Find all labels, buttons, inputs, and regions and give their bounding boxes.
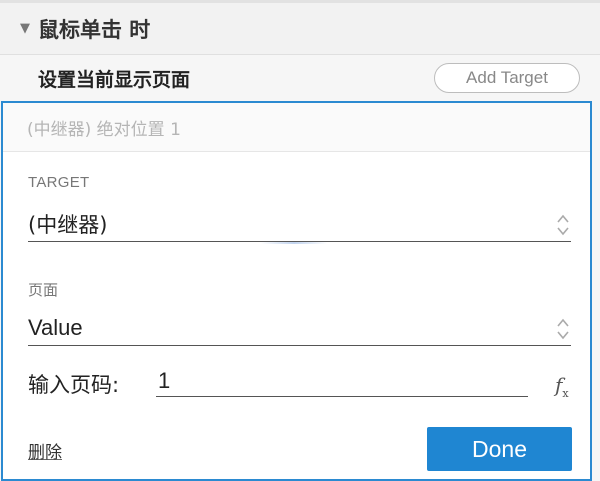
- target-select-value: (中继器): [28, 212, 108, 237]
- action-title: 设置当前显示页面: [38, 68, 191, 91]
- page-number-row: 输入页码: fx: [28, 365, 588, 405]
- focus-glow: [261, 242, 327, 244]
- event-header[interactable]: ▼ 鼠标单击 时: [0, 3, 600, 55]
- select-updown-icon: [557, 214, 569, 236]
- delete-link[interactable]: 删除: [28, 438, 62, 463]
- collapse-triangle-icon[interactable]: ▼: [20, 21, 36, 36]
- target-summary: (中继器) 绝对位置 1: [27, 120, 181, 140]
- function-fx-icon[interactable]: fx: [555, 373, 569, 400]
- page-number-label: 输入页码:: [28, 373, 120, 397]
- target-label: TARGET: [28, 174, 90, 191]
- page-select-value: Value: [28, 314, 83, 340]
- page-label: 页面: [28, 281, 59, 299]
- event-title: 鼠标单击 时: [38, 17, 151, 42]
- action-row: 设置当前显示页面 Add Target: [0, 55, 600, 101]
- add-target-button[interactable]: Add Target: [434, 63, 580, 93]
- done-button[interactable]: Done: [427, 427, 572, 471]
- target-summary-row[interactable]: (中继器) 绝对位置 1: [3, 103, 590, 152]
- select-updown-icon: [557, 318, 569, 340]
- page-select[interactable]: Value: [28, 310, 571, 346]
- target-select[interactable]: (中继器): [28, 206, 571, 242]
- page-number-input[interactable]: [156, 365, 528, 397]
- target-config-panel: (中继器) 绝对位置 1 TARGET (中继器) 页面 Value 输入页码:…: [1, 101, 592, 481]
